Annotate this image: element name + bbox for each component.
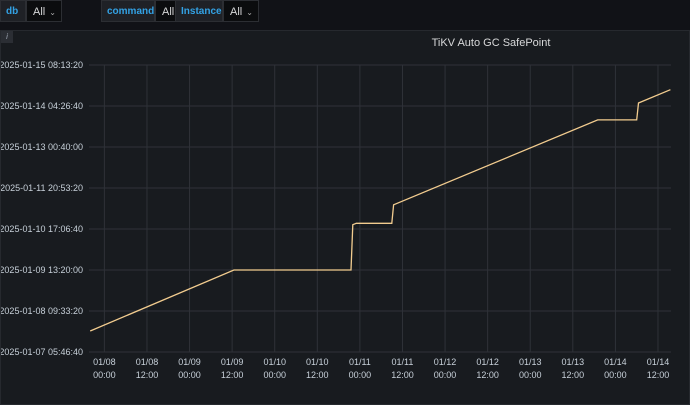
series-line[interactable] [89,89,671,332]
x-tick-time: 00:00 [604,370,627,380]
x-tick-date: 01/14 [604,357,627,367]
x-tick-time: 00:00 [178,370,201,380]
chart-svg: 2025-01-07 05:46:40 2025-01-08 09:33:20 20… [1,60,671,380]
x-tick-time: 12:00 [221,370,244,380]
y-tick-label: 2025-01-08 09:33:20 [1,306,83,316]
x-tick-date: 01/14 [647,357,670,367]
variables-bar: db All⌄ command All⌄ Instance All⌄ [0,0,690,26]
variable-value-command: All [162,6,175,18]
variable-value-db: All [33,6,46,18]
x-tick-time: 12:00 [562,370,585,380]
y-tick-label: 2025-01-10 17:06:40 [1,224,83,234]
x-tick-time: 12:00 [476,370,499,380]
y-tick-label: 2025-01-07 05:46:40 [1,347,83,357]
x-tick-date: 01/11 [392,357,414,367]
x-tick-time: 00:00 [349,370,372,380]
variable-label-instance: Instance [175,0,223,22]
x-tick-date: 01/10 [263,357,286,367]
x-tick-time: 12:00 [136,370,159,380]
chevron-down-icon: ⌄ [49,8,56,17]
x-tick-time: 12:00 [391,370,414,380]
x-tick-date: 01/10 [306,357,329,367]
x-tick-time: 12:00 [306,370,329,380]
variable-select-db[interactable]: All ⌄ [26,0,62,22]
x-tick-time: 00:00 [263,370,286,380]
chevron-down-icon: ⌄ [246,8,253,17]
x-tick-date: 01/09 [221,357,244,367]
y-tick-label: 2025-01-09 13:20:00 [1,265,83,275]
x-tick-date: 01/13 [562,357,585,367]
x-tick-time: 00:00 [93,370,116,380]
variable-label-db: db [0,0,26,22]
x-tick-date: 01/08 [136,357,159,367]
x-tick-date: 01/12 [476,357,499,367]
y-tick-label: 2025-01-15 08:13:20 [1,60,83,70]
chart-panel: i TiKV Auto GC SafePoint 2025-01-07 05:4… [0,30,690,405]
variable-select-instance[interactable]: All ⌄ [223,0,259,22]
x-tick-time: 00:00 [519,370,542,380]
variable-value-instance: All [230,6,243,18]
x-tick-date: 01/12 [434,357,457,367]
y-tick-label: 2025-01-14 04:26:40 [1,101,83,111]
y-tick-label: 2025-01-11 20:53:20 [1,183,83,193]
x-tick-date: 01/11 [349,357,371,367]
variable-label-command: command [101,0,155,22]
x-tick-date: 01/09 [178,357,201,367]
x-tick-date: 01/13 [519,357,542,367]
x-tick-date: 01/08 [93,357,116,367]
x-tick-time: 00:00 [434,370,457,380]
x-tick-time: 12:00 [647,370,670,380]
y-tick-label: 2025-01-13 00:40:00 [1,142,83,152]
